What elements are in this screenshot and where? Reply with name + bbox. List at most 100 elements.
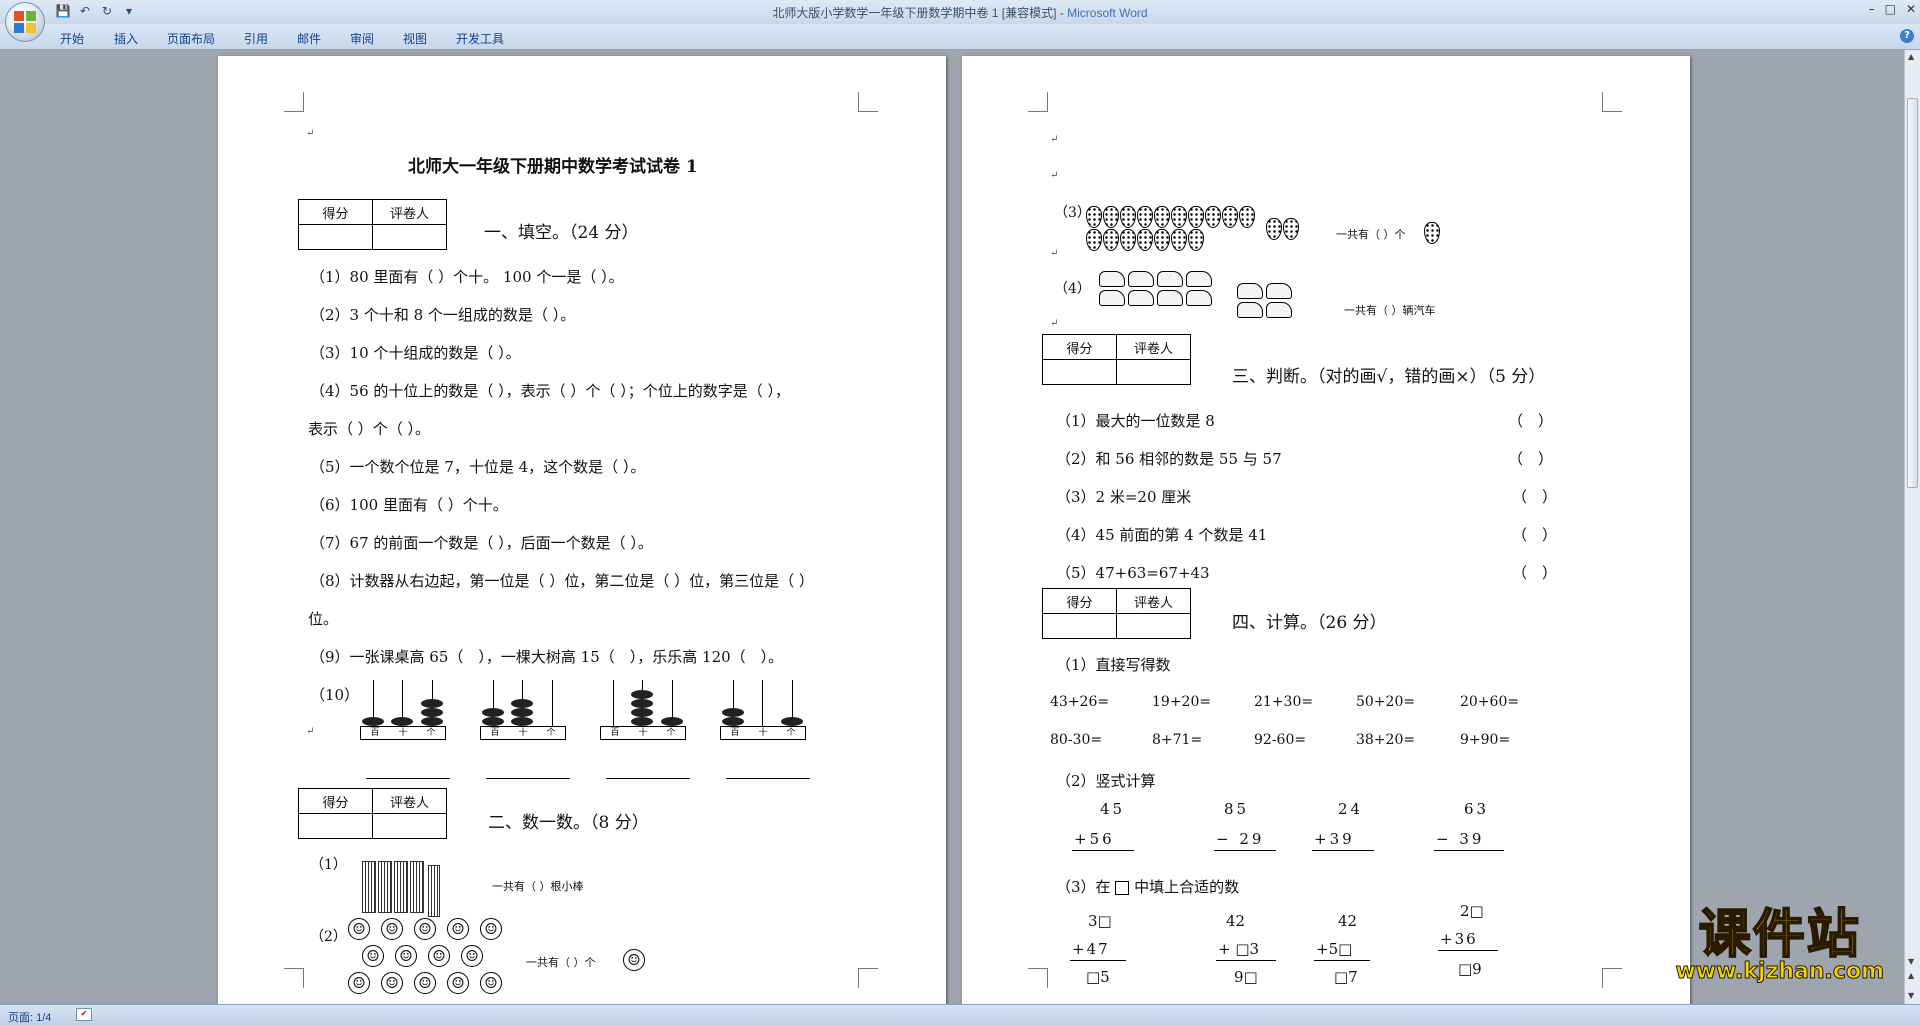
question-text: （1）80 里面有（ ）个十。 100 个一是（ ）。 (310, 268, 624, 286)
question-text: （9）一张课桌高 65（ ），一棵大树高 15（ ），乐乐高 120（ ）。 (310, 648, 784, 666)
cars-picture (1098, 270, 1218, 307)
fill-calc-top: 2□ (1460, 902, 1484, 920)
score-cell[interactable] (298, 813, 373, 839)
score-header: 得分 (298, 788, 373, 814)
fill-calc-top: 3□ (1088, 912, 1112, 930)
next-page-icon[interactable]: ▼ (1908, 991, 1914, 1000)
judge-answer-blank[interactable]: （ ） (1512, 562, 1557, 583)
previous-page-icon[interactable]: ▲ (1908, 971, 1914, 980)
answer-line[interactable] (486, 778, 570, 779)
proofing-icon[interactable]: ✔ (76, 1008, 92, 1021)
title-bar: 💾 ↶ ↻ ▾ 北师大版小学数学一年级下册数学期中卷 1 [兼容模式] - Mi… (0, 0, 1920, 24)
crop-mark (284, 968, 304, 988)
grader-cell[interactable] (1116, 359, 1191, 385)
question-text: （3）10 个十组成的数是（ ）。 (310, 344, 521, 362)
minimize-button[interactable]: – (1869, 2, 1875, 16)
crop-mark (858, 968, 878, 988)
abacus-label-tens: 十 (398, 728, 408, 738)
abacus-label-hundreds: 百 (370, 728, 380, 738)
judge-question: （1）最大的一位数是 8 (1056, 412, 1215, 430)
fill-calc-mid: +5□ (1316, 940, 1353, 958)
ribbon-tabs: 开始 插入 页面布局 引用 邮件 审阅 视图 开发工具 ? (0, 24, 1920, 50)
abacus-label-tens: 十 (518, 728, 528, 738)
oral-calc-item: 92-60= (1254, 732, 1307, 748)
smiley-icon: ☺ (623, 949, 645, 971)
office-logo-icon (14, 11, 36, 33)
judge-question: （4）45 前面的第 4 个数是 41 (1056, 526, 1268, 544)
paragraph-mark: ↵ (306, 726, 315, 737)
score-header: 得分 (1042, 334, 1117, 360)
fill-calc-result: □9 (1458, 960, 1482, 978)
fill-label-prefix: （3）在 (1056, 878, 1111, 896)
document-title: 北师大版小学数学一年级下册数学期中卷 1 [兼容模式] - (772, 6, 1068, 20)
judge-answer-blank[interactable]: （ ） (1508, 410, 1553, 431)
judge-question: （3）2 米=20 厘米 (1056, 488, 1192, 506)
answer-line[interactable] (726, 778, 810, 779)
question-label: （10） (310, 686, 360, 704)
crop-mark (1602, 92, 1622, 112)
tab-review[interactable]: 审阅 (350, 30, 374, 47)
tab-insert[interactable]: 插入 (114, 30, 138, 47)
scrollbar-thumb[interactable] (1907, 98, 1918, 488)
score-cell[interactable] (1042, 359, 1117, 385)
document-workspace[interactable]: ↵ 北师大一年级下册期中数学考试试卷 1 得分 评卷人 一、填空。（24 分） （… (0, 50, 1904, 1004)
question-label: （1） (310, 857, 347, 873)
empty-box-icon (1115, 881, 1130, 895)
crop-mark (858, 92, 878, 112)
fill-calc-mid: +47 (1072, 940, 1110, 958)
judge-answer-blank[interactable]: （ ） (1512, 524, 1557, 545)
oral-calc-item: 19+20= (1152, 694, 1212, 710)
abacus-2: 百十个 (480, 678, 570, 740)
status-bar: 页面: 1/4 ✔ (0, 1004, 1920, 1025)
kjzhan-watermark-logo: 课件站 www.kjzhan.com (1675, 905, 1885, 985)
maximize-button[interactable]: □ (1885, 2, 1896, 16)
calc-line (1214, 850, 1276, 851)
question-label: （4） (1054, 281, 1091, 297)
tab-references[interactable]: 引用 (244, 30, 268, 47)
calc-line (1216, 960, 1276, 961)
vertical-calc-top: 45 (1100, 800, 1126, 818)
subquestion-label: （3）在 中填上合适的数 (1056, 876, 1239, 897)
score-table: 得分 评卷人 (1042, 588, 1191, 639)
count-prompt: 一共有（ ）个 (526, 956, 596, 969)
grader-cell[interactable] (1116, 613, 1191, 639)
scroll-down-icon[interactable]: ▼ (1908, 957, 1914, 966)
watermark-title: 课件站 (1698, 905, 1861, 965)
abacus-1: 百十个 (360, 678, 450, 740)
judge-answer-blank[interactable]: （ ） (1512, 486, 1557, 507)
crop-mark (1602, 968, 1622, 988)
oral-calc-item: 80-30= (1050, 732, 1103, 748)
section-heading: 一、填空。（24 分） (484, 223, 639, 243)
judge-answer-blank[interactable]: （ ） (1508, 448, 1553, 469)
score-table: 得分 评卷人 (1042, 334, 1191, 385)
paragraph-mark: ↵ (1050, 318, 1059, 329)
vertical-scrollbar[interactable]: ▲ ▼ ▲ ▼ (1904, 50, 1920, 1004)
grader-cell[interactable] (372, 224, 447, 250)
crop-mark (1028, 92, 1048, 112)
grader-cell[interactable] (372, 813, 447, 839)
strawberry-icon (1424, 222, 1440, 244)
grader-header: 评卷人 (1116, 334, 1191, 360)
tab-view[interactable]: 视图 (403, 30, 427, 47)
vertical-calc-bottom: +39 (1314, 830, 1355, 848)
help-icon[interactable]: ? (1900, 29, 1914, 43)
score-cell[interactable] (298, 224, 373, 250)
score-cell[interactable] (1042, 613, 1117, 639)
vertical-calc-bottom: +56 (1074, 830, 1115, 848)
tab-home[interactable]: 开始 (60, 30, 84, 47)
score-table: 得分 评卷人 (298, 788, 447, 839)
tab-developer[interactable]: 开发工具 (456, 30, 504, 47)
office-button[interactable] (5, 2, 45, 42)
tab-page-layout[interactable]: 页面布局 (167, 30, 215, 47)
answer-line[interactable] (366, 778, 450, 779)
page-count[interactable]: 页面: 1/4 (8, 1009, 51, 1025)
window-controls: – □ ✕ (1869, 2, 1916, 16)
abacus-label-ones: 个 (666, 728, 676, 738)
tab-mailings[interactable]: 邮件 (297, 30, 321, 47)
answer-line[interactable] (606, 778, 690, 779)
close-button[interactable]: ✕ (1906, 2, 1916, 16)
scroll-up-icon[interactable]: ▲ (1908, 52, 1914, 61)
vertical-calc-top: 63 (1464, 800, 1490, 818)
question-text: （4）56 的十位上的数是（ ），表示（ ）个（ ）；个位上的数字是（ ）， (310, 382, 790, 400)
strawberries-picture-extra (1266, 218, 1314, 240)
